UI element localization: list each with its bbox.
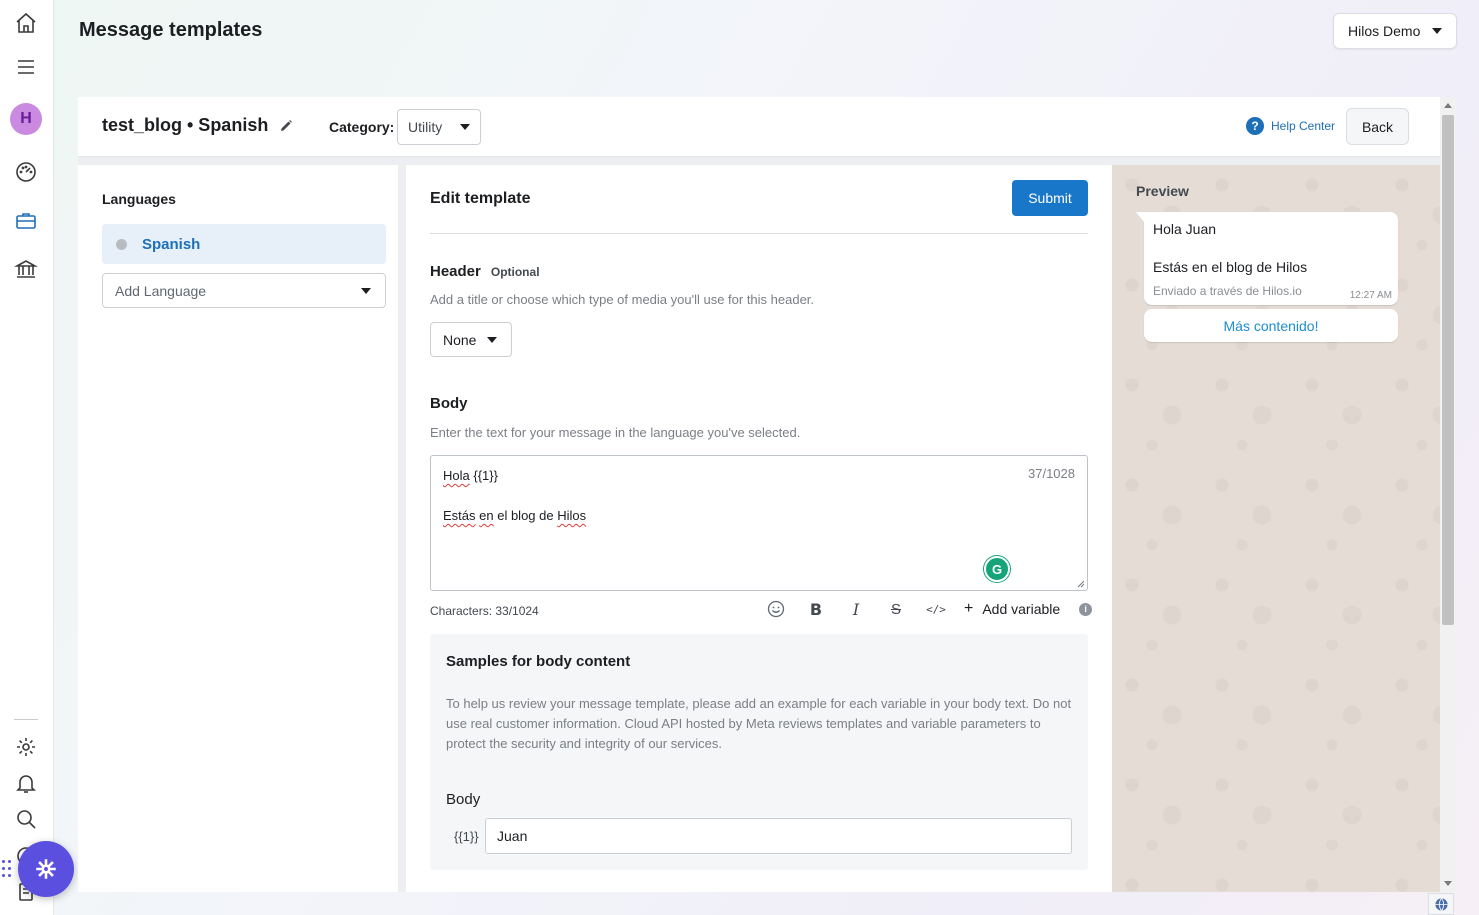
body-text: Hola (443, 468, 470, 483)
back-button[interactable]: Back (1346, 108, 1409, 145)
code-button[interactable]: </> (916, 597, 956, 621)
globe-icon[interactable] (1428, 893, 1454, 915)
bold-button[interactable]: B (796, 597, 836, 621)
body-line-3: Estás en el blog de Hilos (443, 506, 1075, 526)
languages-title: Languages (102, 191, 176, 207)
question-icon: ? (1246, 117, 1264, 135)
preview-footer: Enviado a través de Hilos.io (1153, 284, 1302, 298)
search-icon[interactable] (12, 805, 40, 833)
left-nav-rail: H (0, 0, 54, 915)
account-selector-label: Hilos Demo (1348, 23, 1421, 39)
scroll-down-icon[interactable] (1444, 881, 1452, 886)
briefcase-icon[interactable] (12, 207, 40, 235)
preview-timestamp: 12:27 AM (1349, 290, 1392, 301)
body-text: el blog de (493, 508, 558, 523)
header-section-title: Header Optional (430, 263, 540, 280)
rail-divider (14, 719, 38, 720)
pencil-icon[interactable] (278, 118, 294, 134)
language-label: Spanish (142, 235, 201, 253)
preview-line-1: Hola Juan (1153, 221, 1217, 237)
plus-icon: + (964, 600, 974, 617)
body-help-text: Enter the text for your message in the l… (430, 425, 801, 440)
add-variable-label: Add variable (982, 601, 1061, 617)
scroll-up-icon[interactable] (1444, 103, 1452, 108)
strikethrough-button[interactable]: S (876, 597, 916, 621)
help-center-link[interactable]: ? Help Center (1246, 117, 1335, 135)
body-section-title: Body (430, 395, 468, 412)
variable-sample-input[interactable]: Juan (485, 818, 1072, 854)
preview-title: Preview (1136, 183, 1189, 199)
body-text: Estás (443, 508, 476, 523)
info-icon[interactable]: i (1079, 602, 1093, 616)
gear-icon[interactable] (12, 733, 40, 761)
body-line-2 (443, 486, 1075, 506)
caret-down-icon (487, 336, 497, 343)
status-dot-icon (116, 238, 127, 250)
grammarly-icon[interactable]: G (984, 556, 1010, 582)
page-title: Message templates (79, 19, 263, 41)
body-text: {{1}} (469, 468, 498, 483)
edit-template-panel: Edit template Submit Header Optional Add … (406, 165, 1112, 892)
italic-button[interactable]: I (836, 597, 876, 621)
preview-panel: Preview Hola Juan Estás en el blog de Hi… (1112, 165, 1440, 892)
languages-panel: Languages Spanish Add Language (78, 165, 398, 892)
category-select[interactable]: Utility (397, 109, 481, 145)
add-language-placeholder: Add Language (115, 282, 207, 299)
formatting-toolbar: B I S </> + Add variable i (756, 597, 1093, 621)
template-editor-card: test_blog • Spanish Category: Utility ? … (78, 97, 1440, 892)
page-scrollbar[interactable] (1440, 97, 1456, 892)
quick-reply-button[interactable]: Más contenido! (1144, 309, 1398, 342)
header-divider (78, 157, 1440, 165)
category-value: Utility (408, 119, 443, 135)
avatar[interactable]: H (10, 103, 42, 135)
header-media-select[interactable]: None (430, 322, 512, 357)
preview-line-2: Estás en el blog de Hilos (1153, 259, 1308, 275)
assistant-launcher-button[interactable] (18, 841, 74, 897)
samples-body-label: Body (446, 791, 481, 808)
caret-down-icon (1432, 28, 1442, 34)
emoji-icon[interactable] (756, 597, 796, 621)
scroll-thumb[interactable] (1442, 115, 1454, 625)
caret-down-icon (460, 124, 470, 130)
resize-handle-icon[interactable] (1077, 580, 1085, 588)
dashboard-icon[interactable] (12, 158, 40, 186)
drag-handle-icon[interactable] (2, 860, 12, 878)
caret-down-icon (361, 287, 371, 294)
add-variable-button[interactable]: + Add variable (964, 600, 1060, 618)
category-label: Category: (329, 119, 395, 135)
body-text: Hilos (557, 508, 587, 523)
samples-panel: Samples for body content To help us revi… (430, 634, 1088, 870)
sparkle-icon (36, 859, 56, 879)
characters-count: Characters: 33/1024 (430, 604, 539, 618)
template-name: test_blog • Spanish (102, 115, 269, 135)
bank-icon[interactable] (12, 255, 40, 283)
header-title: Header (430, 263, 481, 280)
menu-icon[interactable] (12, 53, 40, 81)
header-media-value: None (443, 331, 477, 348)
edit-template-title: Edit template (430, 190, 531, 207)
help-center-label: Help Center (1271, 119, 1336, 133)
bell-icon[interactable] (12, 769, 40, 797)
message-bubble: Hola Juan Estás en el blog de Hilos Envi… (1136, 212, 1398, 305)
samples-title: Samples for body content (446, 653, 631, 670)
optional-tag: Optional (490, 265, 540, 279)
variable-label: {{1}} (454, 829, 479, 844)
body-char-counter: 37/1028 (1028, 466, 1075, 481)
home-icon[interactable] (12, 9, 40, 37)
body-textarea[interactable]: Hola {{1}} Estás en el blog de Hilos 37/… (430, 455, 1088, 591)
body-line-1: Hola {{1}} (443, 466, 1075, 486)
account-selector[interactable]: Hilos Demo (1333, 13, 1457, 49)
column-divider (398, 165, 406, 892)
template-header-bar: test_blog • Spanish Category: Utility ? … (78, 97, 1440, 157)
submit-button[interactable]: Submit (1012, 180, 1088, 216)
body-text: en (479, 508, 494, 523)
header-help-text: Add a title or choose which type of medi… (430, 292, 815, 307)
samples-description: To help us review your message template,… (446, 696, 1072, 751)
language-item-spanish[interactable]: Spanish (102, 224, 386, 264)
divider (430, 233, 1088, 234)
add-language-select[interactable]: Add Language (102, 273, 386, 308)
